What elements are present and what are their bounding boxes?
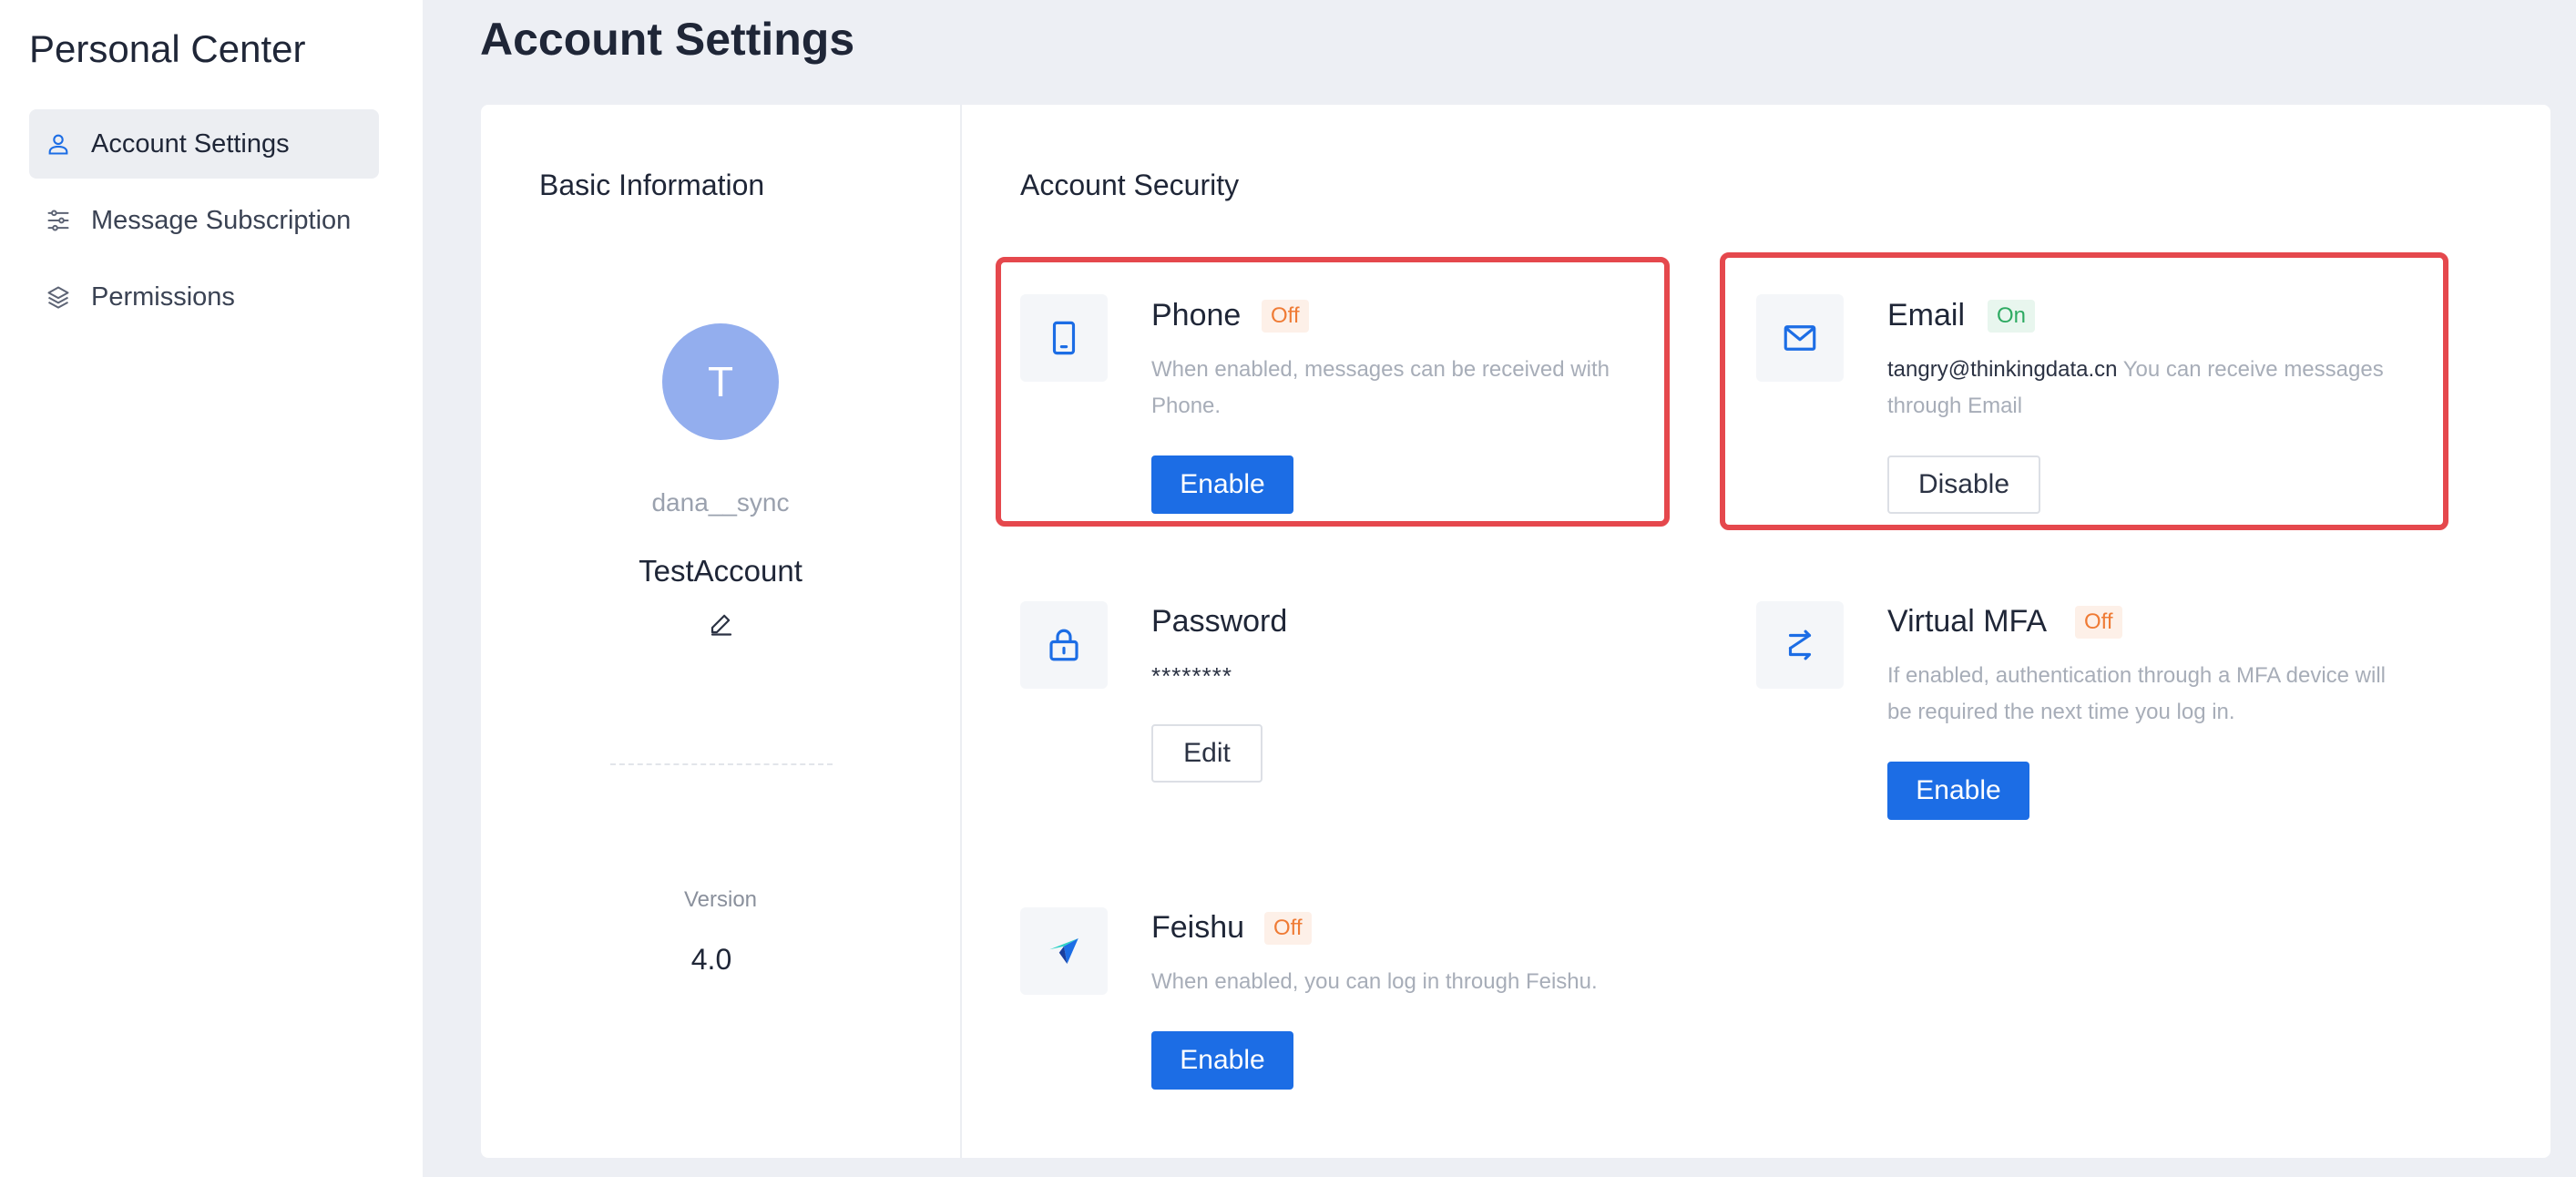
password-edit-button[interactable]: Edit — [1151, 724, 1262, 783]
dashed-divider — [610, 763, 833, 765]
sidebar-item-label: Account Settings — [91, 128, 290, 159]
password-mask: ******** — [1151, 662, 1232, 690]
phone-description: When enabled, messages can be received w… — [1151, 352, 1661, 425]
password-title: Password — [1151, 604, 1288, 639]
feishu-title: Feishu — [1151, 910, 1245, 945]
email-description-line: You can receive messages — [2122, 357, 2384, 382]
column-divider — [960, 105, 962, 1158]
lock-icon — [1020, 601, 1108, 689]
sidebar-item-label: Message Subscription — [91, 205, 352, 235]
sidebar-title: Personal Center — [29, 27, 306, 70]
feishu-status-badge: Off — [1264, 912, 1312, 945]
basic-info-title: Basic Information — [539, 169, 765, 201]
phone-description-line: When enabled, messages can be received w… — [1151, 357, 1610, 382]
version-label: Version — [683, 887, 758, 912]
feishu-logo-icon — [1020, 907, 1108, 995]
mail-icon — [1756, 294, 1844, 382]
email-title: Email — [1887, 298, 1966, 333]
user-icon — [46, 131, 71, 157]
feishu-description-line: When enabled, you can log in through Fei… — [1151, 969, 1598, 994]
sidebar-item-account-settings[interactable]: Account Settings — [29, 109, 379, 179]
feishu-description: When enabled, you can log in through Fei… — [1151, 964, 1716, 1000]
page-title: Account Settings — [480, 14, 855, 65]
email-address: tangry@thinkingdata.cn — [1887, 357, 2118, 382]
mfa-description-line: If enabled, authentication through a MFA… — [1887, 663, 2387, 688]
phone-icon — [1020, 294, 1108, 382]
mfa-enable-button[interactable]: Enable — [1887, 762, 2029, 820]
version-value: 4.0 — [690, 943, 732, 976]
avatar: T — [662, 323, 779, 440]
mfa-status-badge: Off — [2075, 606, 2122, 639]
sidebar: Personal Center Account Settings Message… — [0, 0, 423, 1177]
email-disable-button[interactable]: Disable — [1887, 455, 2040, 514]
sync-icon — [1756, 601, 1844, 689]
layers-icon — [46, 284, 71, 310]
edit-pencil-icon[interactable] — [708, 609, 735, 637]
mfa-description: If enabled, authentication through a MFA… — [1887, 658, 2470, 731]
feishu-enable-button[interactable]: Enable — [1151, 1031, 1293, 1090]
phone-enable-button[interactable]: Enable — [1151, 455, 1293, 514]
email-description-line: through Email — [1887, 394, 2023, 418]
sidebar-item-label: Permissions — [91, 281, 235, 312]
username: dana__sync — [651, 488, 790, 517]
sidebar-item-permissions[interactable]: Permissions — [29, 262, 379, 332]
phone-status-badge: Off — [1262, 300, 1309, 333]
settings-card: Basic Information T dana__sync TestAccou… — [481, 105, 2550, 1158]
email-description: tangry@thinkingdata.cn You can receive m… — [1887, 352, 2452, 425]
phone-description-line: Phone. — [1151, 394, 1222, 418]
account-name: TestAccount — [639, 554, 802, 588]
phone-title: Phone — [1151, 298, 1242, 333]
email-status-badge: On — [1988, 300, 2036, 333]
sidebar-item-message-subscription[interactable]: Message Subscription — [29, 186, 379, 255]
mfa-description-line: be required the next time you log in. — [1887, 700, 2235, 724]
mfa-title: Virtual MFA — [1887, 604, 2048, 639]
account-security-title: Account Security — [1020, 169, 1240, 201]
sliders-icon — [46, 208, 71, 233]
